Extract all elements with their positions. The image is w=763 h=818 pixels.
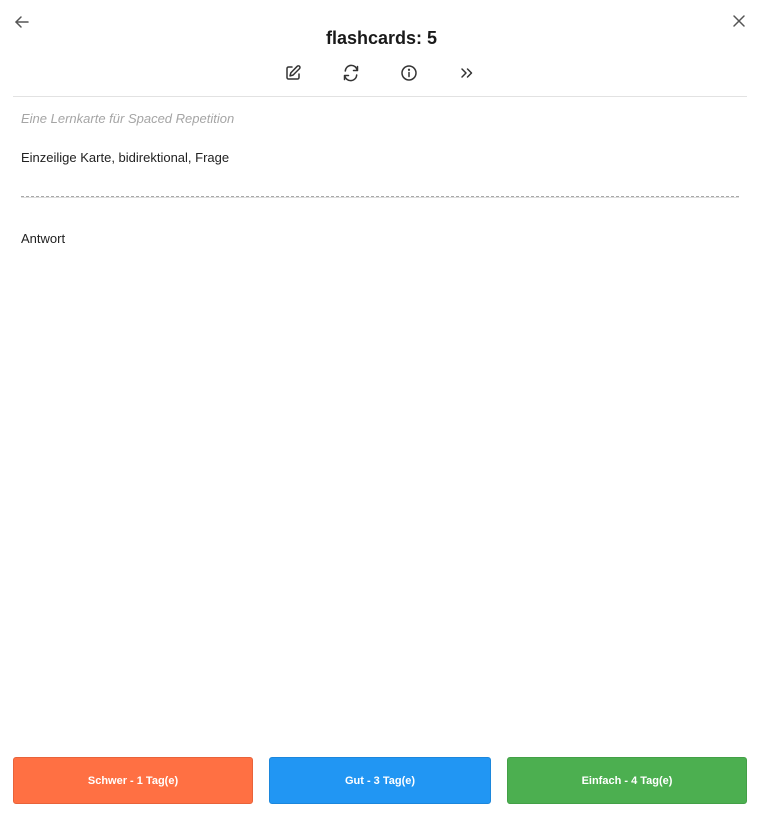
deck-description: Eine Lernkarte für Spaced Repetition <box>21 111 235 126</box>
card-answer: Antwort <box>21 231 66 246</box>
header-divider <box>13 96 747 97</box>
skip-icon <box>461 68 473 78</box>
edit-icon <box>286 65 301 80</box>
reset-card-button[interactable] <box>340 62 362 84</box>
card-info-button[interactable] <box>398 62 420 84</box>
card-question: Einzeilige Karte, bidirektional, Frage <box>21 150 230 165</box>
question-answer-divider <box>21 196 739 198</box>
page-title: flashcards: 5 <box>325 28 438 48</box>
edit-card-button[interactable] <box>282 62 304 84</box>
info-icon <box>401 65 417 81</box>
skip-card-button[interactable] <box>456 62 478 84</box>
close-icon <box>733 15 745 27</box>
reset-icon <box>343 64 359 82</box>
easy-button[interactable]: Einfach - 4 Tag(e) <box>507 757 747 804</box>
hard-button[interactable]: Schwer - 1 Tag(e) <box>13 757 253 804</box>
good-button[interactable]: Gut - 3 Tag(e) <box>269 757 491 804</box>
flashcard-review-modal: flashcards: 5 Eine Lernkarte für Spaced … <box>0 0 763 818</box>
